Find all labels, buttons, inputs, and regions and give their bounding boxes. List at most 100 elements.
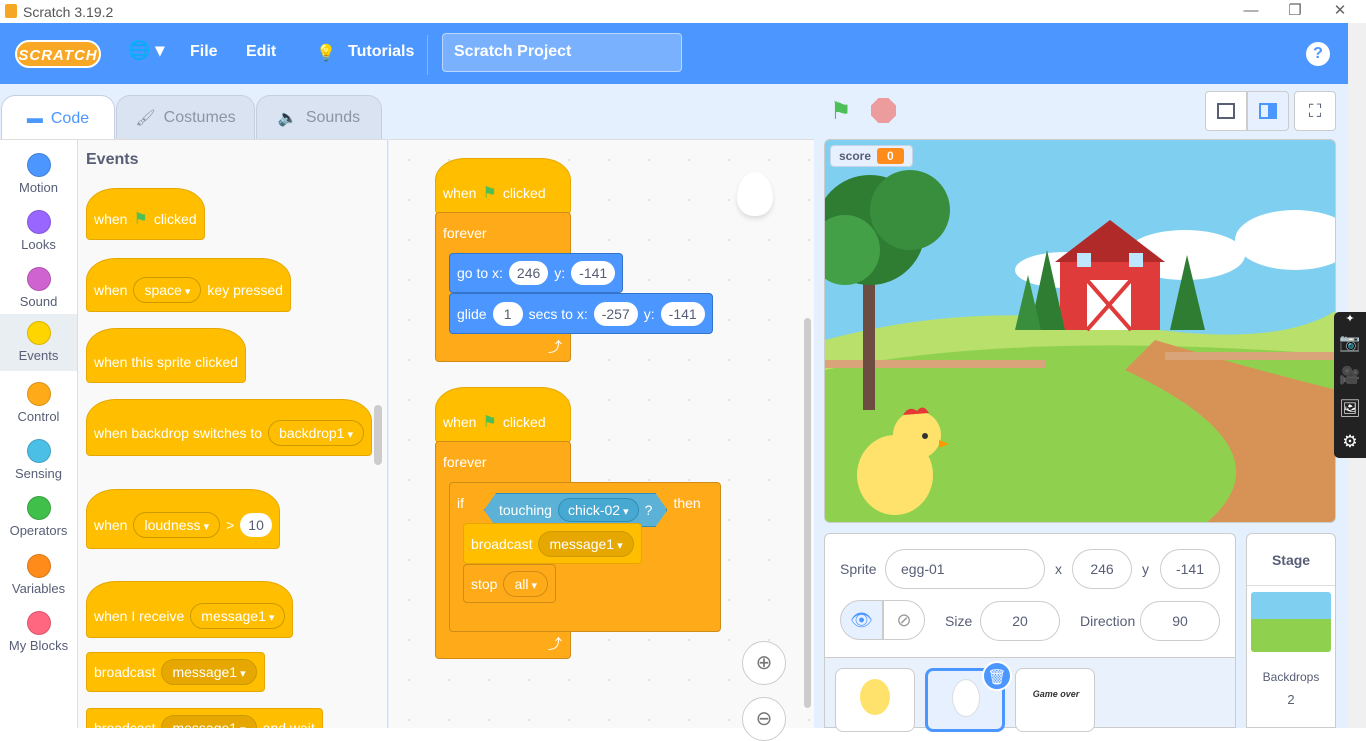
zoom-out-icon[interactable]: ⊖ (742, 697, 786, 741)
hide-eye-icon[interactable]: ⊘ (883, 600, 925, 640)
camera-icon[interactable]: 📷 (1334, 326, 1366, 359)
my-blocks-dot-icon (26, 611, 51, 635)
message-dropdown[interactable]: message1 (161, 659, 257, 685)
tab-code[interactable]: ▬ Code (1, 95, 115, 141)
tab-sounds-label: Sounds (305, 108, 361, 126)
farm-backdrop (825, 140, 1335, 522)
loudness-input[interactable]: 10 (240, 513, 272, 537)
restore-button[interactable]: ❐ (1272, 0, 1318, 23)
block-text: when (443, 414, 477, 430)
key-dropdown[interactable]: space (133, 277, 202, 303)
video-icon[interactable]: 🎥 (1334, 359, 1366, 392)
scratch-logo[interactable]: SCRATCH (15, 40, 101, 68)
direction-input[interactable]: 90 (1140, 601, 1220, 641)
message-dropdown[interactable]: message1 (190, 602, 286, 629)
pin-icon[interactable]: ✦ (1334, 312, 1366, 326)
glide-block[interactable]: glide 1 secs to x: -257 y: -141 (449, 293, 713, 334)
category-label: Sensing (15, 466, 62, 481)
category-operators[interactable]: Operators (0, 489, 77, 546)
project-title-input[interactable]: Scratch Project (442, 33, 682, 72)
broadcast-block[interactable]: broadcast message1 (86, 652, 265, 692)
script-scrollbar[interactable] (804, 318, 811, 708)
x-input[interactable]: -257 (593, 301, 638, 326)
script-area[interactable]: when ⚑ clicked forever ⤴ go to x: 246 y: -… (389, 139, 814, 728)
loop-arrow-icon: ⤴ (548, 339, 562, 355)
category-label: Control (17, 409, 60, 424)
broadcast-and-wait-block[interactable]: broadcast message1 and wait (86, 708, 323, 728)
stop-sign-icon[interactable] (871, 98, 896, 123)
edit-menu[interactable]: Edit (246, 43, 276, 61)
language-globe-icon[interactable]: 🌐 ▾ (128, 40, 164, 61)
message-dropdown[interactable]: message1 (538, 530, 634, 557)
stage-canvas[interactable] (824, 139, 1336, 523)
help-icon[interactable]: ? (1306, 42, 1330, 66)
window-title: Scratch 3.19.2 (23, 4, 114, 20)
chick-icon (860, 679, 890, 715)
fullscreen-icon[interactable]: ⛶ (1294, 91, 1336, 131)
tab-costumes[interactable]: 🖌 Costumes (116, 95, 255, 139)
x-input[interactable]: 246 (1072, 549, 1132, 589)
trash-icon[interactable]: 🗑 (982, 661, 1012, 691)
when-flag-clicked-block[interactable]: when ⚑ clicked (435, 387, 571, 443)
touching-block[interactable]: touching chick-02 ? (484, 493, 667, 527)
category-sensing[interactable]: Sensing (0, 432, 77, 489)
sensor-dropdown[interactable]: loudness (133, 512, 221, 538)
category-control[interactable]: Control (0, 375, 77, 432)
secs-input[interactable]: 1 (492, 301, 523, 326)
block-text: clicked (153, 211, 197, 227)
when-backdrop-switches-block[interactable]: when backdrop switches to backdrop1 (86, 399, 373, 456)
direction-label: Direction (1080, 613, 1136, 629)
x-input[interactable]: 246 (508, 261, 549, 285)
stage-target-panel[interactable]: Stage Backdrops 2 (1246, 533, 1336, 728)
broadcast-block[interactable]: broadcast message1 (463, 523, 642, 564)
category-my-blocks[interactable]: My Blocks (0, 604, 77, 661)
y-input[interactable]: -141 (660, 301, 705, 326)
y-input[interactable]: -141 (571, 261, 616, 285)
stop-dropdown[interactable]: all (503, 570, 549, 597)
when-sprite-clicked-block[interactable]: when this sprite clicked (86, 328, 246, 383)
block-text: if (457, 495, 464, 511)
tutorials-menu[interactable]: Tutorials (348, 43, 414, 61)
sprite-thumb-game-over[interactable]: Game over (1015, 668, 1095, 732)
normal-stage-icon[interactable] (1247, 91, 1289, 131)
when-loudness-block[interactable]: when loudness > 10 (86, 489, 280, 549)
block-text: y: (554, 265, 566, 281)
gear-icon[interactable]: ⚙ (1334, 425, 1366, 458)
show-eye-icon[interactable]: 👁 (840, 600, 883, 640)
block-text: stop (471, 575, 498, 592)
category-variables[interactable]: Variables (0, 547, 77, 604)
green-flag-icon[interactable]: ⚑ (830, 97, 852, 126)
backdrops-label: Backdrops (1262, 670, 1320, 684)
minimize-button[interactable]: — (1228, 0, 1274, 23)
small-stage-icon[interactable] (1205, 91, 1247, 131)
y-input[interactable]: -141 (1160, 549, 1220, 589)
sprite-name-input[interactable]: egg-01 (885, 549, 1045, 589)
category-sound[interactable]: Sound (0, 260, 77, 317)
category-events[interactable]: Events (0, 314, 77, 371)
gallery-icon[interactable]: 🖼 (1334, 392, 1366, 425)
palette-scrollbar[interactable] (374, 405, 382, 465)
when-i-receive-block[interactable]: when I receive message1 (86, 581, 294, 638)
zoom-in-icon[interactable]: ⊕ (742, 641, 786, 685)
category-motion[interactable]: Motion (0, 146, 77, 203)
score-monitor[interactable]: score 0 (830, 145, 913, 167)
close-button[interactable]: ✕ (1317, 0, 1363, 23)
category-label: My Blocks (8, 638, 69, 653)
category-looks[interactable]: Looks (0, 203, 77, 260)
size-input[interactable]: 20 (980, 601, 1060, 641)
when-flag-clicked-block[interactable]: when ⚑ clicked (86, 188, 205, 240)
when-key-pressed-block[interactable]: when space key pressed (86, 258, 291, 312)
file-menu[interactable]: File (190, 43, 218, 61)
when-flag-clicked-block[interactable]: when ⚑ clicked (435, 158, 571, 214)
backdrop-thumbnail (1251, 592, 1331, 652)
stop-block[interactable]: stop all (463, 564, 557, 603)
message-dropdown[interactable]: message1 (161, 715, 257, 728)
sprite-thumb-chick[interactable] (835, 668, 915, 732)
go-to-xy-block[interactable]: go to x: 246 y: -141 (449, 253, 624, 293)
menu-separator (427, 35, 428, 75)
stage-panel-title: Stage (1247, 534, 1335, 586)
tab-sounds[interactable]: 🔈 Sounds (256, 95, 382, 139)
touching-target-dropdown[interactable]: chick-02 (558, 498, 639, 522)
backdrop-dropdown[interactable]: backdrop1 (268, 419, 365, 446)
category-label: Events (18, 348, 59, 363)
